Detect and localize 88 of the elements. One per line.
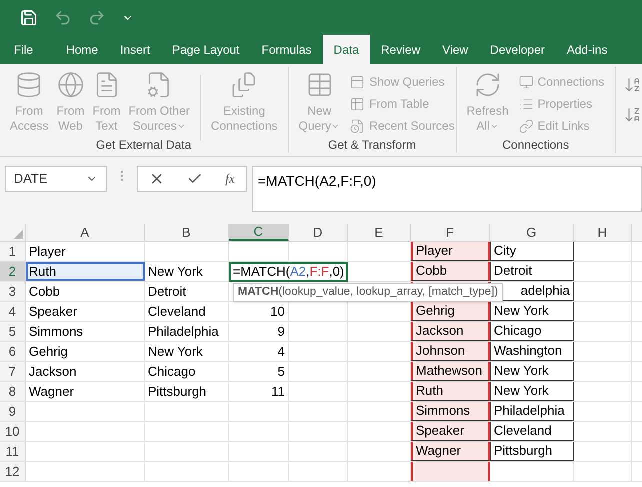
row-header[interactable]: 10 bbox=[0, 422, 26, 441]
panel-icon bbox=[350, 74, 366, 90]
ribbon-tab[interactable]: Developer bbox=[479, 35, 556, 64]
row-header[interactable]: 6 bbox=[0, 342, 26, 361]
caret-icon bbox=[331, 122, 340, 131]
table-cell: Player bbox=[26, 242, 145, 261]
ribbon-tab[interactable]: Formulas bbox=[250, 35, 323, 64]
ribbon-tab[interactable]: Insert bbox=[109, 35, 162, 64]
name-box[interactable]: DATE bbox=[5, 166, 107, 192]
row-header[interactable]: 12 bbox=[0, 462, 26, 481]
column-header[interactable]: G bbox=[490, 224, 574, 241]
active-cell[interactable]: =MATCH(A2,F:F,0) bbox=[229, 262, 348, 282]
table-cell: Wagner bbox=[411, 442, 490, 461]
save-icon[interactable] bbox=[20, 8, 38, 26]
row-header[interactable]: 1 bbox=[0, 242, 26, 261]
caret-icon bbox=[490, 122, 499, 131]
row-header[interactable]: 11 bbox=[0, 442, 26, 461]
table-cell: Cleveland bbox=[145, 302, 229, 321]
table-cell: Pittsburgh bbox=[490, 442, 574, 461]
table-cell: Detroit bbox=[145, 282, 229, 301]
document-clock-icon bbox=[350, 118, 366, 134]
table-cell: Pittsburgh bbox=[145, 382, 229, 401]
ribbon-tab[interactable]: Data bbox=[322, 35, 370, 64]
table-cell: Washington bbox=[490, 342, 574, 361]
table-cell: Chicago bbox=[145, 362, 229, 381]
column-header[interactable]: A bbox=[26, 224, 145, 241]
group-label: Get External Data bbox=[95, 137, 193, 153]
group-label: Connections bbox=[502, 137, 570, 153]
table-cell: Wagner bbox=[26, 382, 145, 401]
table-cell: Cobb bbox=[26, 282, 145, 301]
row-header[interactable]: 3 bbox=[0, 282, 26, 301]
ribbon-tab[interactable]: Add-ins bbox=[556, 35, 619, 64]
formula-input[interactable]: =MATCH(A2,F:F,0) bbox=[252, 166, 642, 212]
insert-function-button[interactable]: fx bbox=[226, 169, 235, 189]
monitor-icon bbox=[518, 74, 534, 90]
ribbon-tab[interactable]: Home bbox=[55, 35, 110, 64]
column-header[interactable]: F bbox=[411, 224, 490, 241]
caret-icon bbox=[176, 122, 186, 131]
row-header[interactable]: 2 bbox=[0, 262, 26, 281]
ribbon-tab[interactable]: Review bbox=[370, 35, 432, 64]
row-header[interactable]: 8 bbox=[0, 382, 26, 401]
table-cell: Simmons bbox=[411, 402, 490, 421]
table-cell: New York bbox=[490, 362, 574, 381]
table-cell: Chicago bbox=[490, 322, 574, 341]
table-cell: Cleveland bbox=[490, 422, 574, 441]
table-cell: Simmons bbox=[26, 322, 145, 341]
table-cell: 11 bbox=[229, 382, 289, 401]
sort-ascending-icon[interactable] bbox=[624, 76, 642, 94]
ribbon-tab[interactable]: View bbox=[432, 35, 480, 64]
row-header[interactable]: 7 bbox=[0, 362, 26, 381]
globe-icon bbox=[56, 71, 85, 99]
table-cell: Speaker bbox=[411, 422, 490, 441]
table-cell: Philadelphia bbox=[490, 402, 574, 421]
table-cell: Jackson bbox=[26, 362, 145, 381]
table-cell: 4 bbox=[229, 342, 289, 361]
table-cell: Johnson bbox=[411, 342, 490, 361]
group-label: Get & Transform bbox=[327, 137, 418, 153]
column-header[interactable]: H bbox=[574, 224, 632, 241]
row-header[interactable]: 5 bbox=[0, 322, 26, 341]
table-cell: New York bbox=[145, 262, 229, 281]
row-header[interactable]: 9 bbox=[0, 402, 26, 421]
table-cell: Cobb bbox=[411, 262, 490, 281]
table-cell: Speaker bbox=[26, 302, 145, 321]
sort-descending-icon[interactable] bbox=[624, 106, 642, 124]
column-header[interactable]: C bbox=[229, 224, 289, 241]
ribbon-tab[interactable]: Page Layout bbox=[161, 35, 251, 64]
ribbon-tab[interactable]: File bbox=[0, 35, 56, 64]
table-cell: New York bbox=[145, 342, 229, 361]
table-cell: Philadelphia bbox=[145, 322, 229, 341]
table-cell: New York bbox=[490, 302, 574, 321]
table-cell: New York bbox=[490, 382, 574, 401]
table-cell: 5 bbox=[229, 362, 289, 381]
table-cell: Gehrig bbox=[411, 302, 490, 321]
table-cell: Gehrig bbox=[26, 342, 145, 361]
table-cell: City bbox=[490, 242, 574, 261]
column-header[interactable]: D bbox=[289, 224, 348, 241]
row-header[interactable]: 4 bbox=[0, 302, 26, 321]
table-icon bbox=[350, 96, 366, 112]
table-cell: Ruth bbox=[411, 382, 490, 401]
table-cell: Ruth bbox=[26, 262, 145, 281]
table-cell: Player bbox=[411, 242, 490, 261]
link-icon bbox=[518, 118, 534, 134]
column-header[interactable]: E bbox=[348, 224, 411, 241]
function-tooltip: MATCH(lookup_value, lookup_array, [match_type]) bbox=[233, 283, 504, 302]
table-cell: 9 bbox=[229, 322, 289, 341]
table-cell: Detroit bbox=[490, 262, 574, 281]
table-cell: Jackson bbox=[411, 322, 490, 341]
table-cell: Mathewson bbox=[411, 362, 490, 381]
